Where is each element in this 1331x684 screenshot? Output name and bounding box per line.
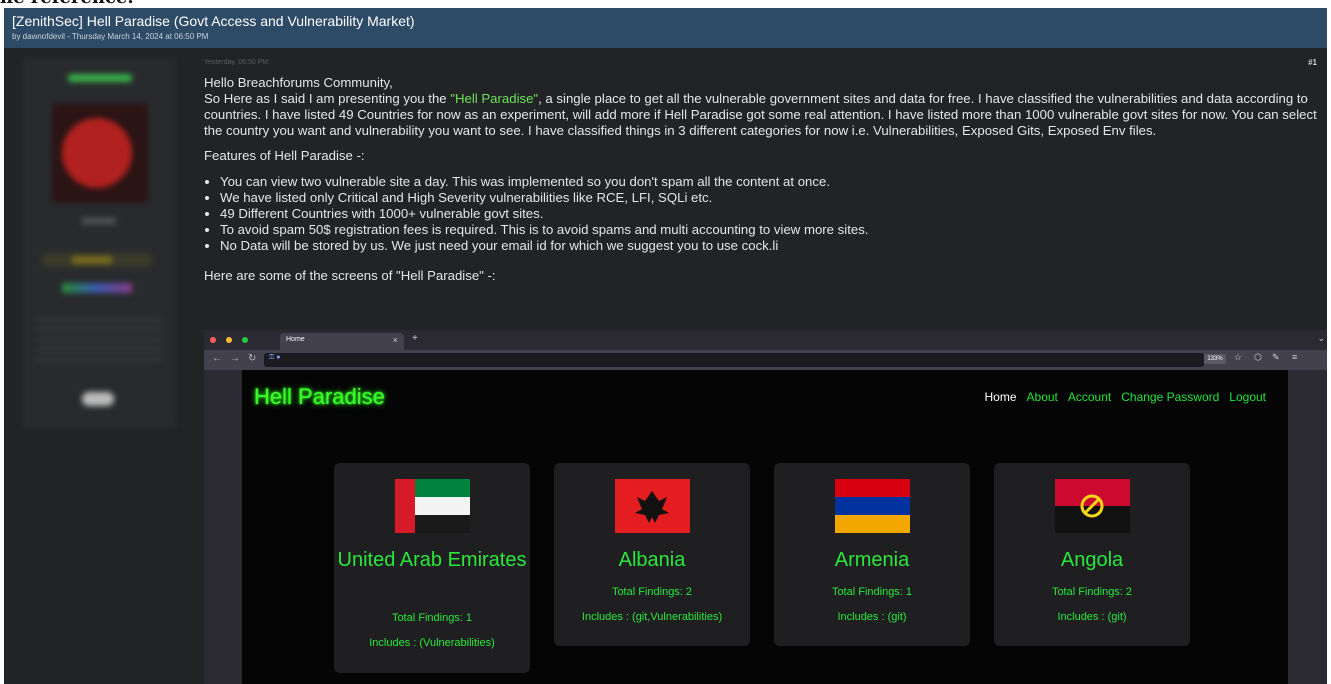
- zoom-level-badge[interactable]: 133%: [1204, 354, 1226, 364]
- site-nav: Home About Account Change Password Logout: [975, 390, 1267, 404]
- feature-item: To avoid spam 50$ registration fees is r…: [220, 222, 1319, 238]
- country-card-angola[interactable]: Angola Total Findings: 2 Includes : (git…: [994, 463, 1190, 646]
- site-info-icon[interactable]: ⚿ ●: [269, 354, 281, 362]
- site-logo[interactable]: Hell Paradise: [254, 384, 385, 410]
- country-name: Armenia: [834, 549, 910, 571]
- tab-label: Home: [286, 336, 305, 343]
- country-name: Albania: [618, 549, 686, 571]
- nav-change-password-link[interactable]: Change Password: [1121, 390, 1219, 404]
- menu-icon[interactable]: ≡: [1292, 352, 1297, 362]
- nav-account-link[interactable]: Account: [1068, 390, 1111, 404]
- feature-item: 49 Different Countries with 1000+ vulner…: [220, 206, 1319, 222]
- user-stats: [36, 318, 162, 368]
- user-contact-button[interactable]: [82, 392, 114, 406]
- country-name: United Arab Emirates: [337, 549, 527, 571]
- user-award-bar: [62, 283, 132, 293]
- close-window-icon[interactable]: [210, 337, 216, 343]
- user-profile-column-blurred: [22, 58, 176, 428]
- angola-flag-icon: [1055, 479, 1130, 533]
- features-heading: Features of Hell Paradise -:: [204, 148, 365, 163]
- caption-fragment: ne reference.: [0, 0, 134, 8]
- country-card-albania[interactable]: Albania Total Findings: 2 Includes : (gi…: [554, 463, 750, 646]
- post: Yesterday, 06:50 PM #1 Hello Breachforum…: [4, 48, 1327, 684]
- intro-highlight: "Hell Paradise": [450, 91, 539, 106]
- hell-paradise-site: Hell Paradise Home About Account Change Pas…: [242, 370, 1288, 684]
- post-content: Hello Breachforums Community, So Here as…: [204, 75, 1319, 284]
- avatar-image: [62, 118, 132, 188]
- forum-thread-window: [ZenithSec] Hell Paradise (Govt Access a…: [4, 8, 1327, 684]
- browser-gutter-right: [1288, 370, 1327, 684]
- new-tab-button[interactable]: +: [412, 333, 418, 344]
- thread-header: [ZenithSec] Hell Paradise (Govt Access a…: [4, 8, 1327, 49]
- features-list: You can view two vulnerable site a day. …: [204, 174, 1319, 254]
- total-findings: Total Findings: 2: [1051, 586, 1133, 598]
- shield-icon[interactable]: ⬡: [1254, 352, 1262, 363]
- feature-item: You can view two vulnerable site a day. …: [220, 174, 1319, 190]
- minimize-window-icon[interactable]: [226, 337, 232, 343]
- user-title: [82, 218, 116, 224]
- caption-strip: ne reference.: [0, 0, 1331, 8]
- post-date: Yesterday, 06:50 PM: [204, 59, 269, 66]
- intro-before: So Here as I said I am presenting you th…: [204, 91, 451, 106]
- post-number-link[interactable]: #1: [1308, 58, 1317, 67]
- browser-tab-home[interactable]: Home ×: [280, 333, 404, 350]
- url-bar[interactable]: ⚿ ●: [264, 353, 1204, 367]
- nav-home-link[interactable]: Home: [985, 390, 1017, 404]
- user-rank-badge-inner: [72, 256, 112, 264]
- screens-intro: Here are some of the screens of "Hell Pa…: [204, 268, 496, 283]
- nav-logout-link[interactable]: Logout: [1229, 390, 1266, 404]
- country-card-uae[interactable]: United Arab Emirates Total Findings: 1 I…: [334, 463, 530, 673]
- total-findings: Total Findings: 2: [611, 586, 693, 598]
- browser-gutter-left: [204, 370, 242, 684]
- country-name: Angola: [1060, 549, 1124, 571]
- browser-tab-bar: Home × + ⌄: [204, 330, 1327, 350]
- includes-text: Includes : (git): [837, 611, 907, 623]
- star-icon[interactable]: ☆: [1234, 352, 1242, 363]
- post-greeting: Hello Breachforums Community,: [204, 75, 393, 90]
- nav-about-link[interactable]: About: [1027, 390, 1058, 404]
- embedded-browser-screenshot: Home × + ⌄ ← → ↻ ⚿ ● 133% ☆ ⬡ ✎ ≡ Hell P…: [204, 330, 1327, 684]
- thread-title[interactable]: [ZenithSec] Hell Paradise (Govt Access a…: [12, 13, 415, 29]
- includes-text: Includes : (git): [1057, 611, 1127, 623]
- armenia-flag-icon: [835, 479, 910, 533]
- includes-text: Includes : (Vulnerabilities): [369, 637, 495, 649]
- country-card-armenia[interactable]: Armenia Total Findings: 1 Includes : (gi…: [774, 463, 970, 646]
- feature-item: No Data will be stored by us. We just ne…: [220, 238, 1319, 254]
- total-findings: Total Findings: 1: [831, 586, 913, 598]
- tab-close-icon[interactable]: ×: [393, 335, 398, 345]
- chevron-down-icon[interactable]: ⌄: [1317, 333, 1325, 344]
- albania-flag-icon: [615, 479, 690, 533]
- post-intro: So Here as I said I am presenting you th…: [204, 91, 1319, 139]
- total-findings: Total Findings: 1: [391, 612, 473, 624]
- thread-byline: by dawnofdevil - Thursday March 14, 2024…: [12, 32, 209, 41]
- extensions-icon[interactable]: ✎: [1272, 352, 1280, 363]
- reload-icon[interactable]: ↻: [248, 353, 256, 364]
- uae-flag-icon: [395, 479, 470, 533]
- feature-item: We have listed only Critical and High Se…: [220, 190, 1319, 206]
- includes-text: Includes : (git,Vulnerabilities): [581, 611, 723, 623]
- forward-arrow-icon[interactable]: →: [230, 353, 240, 364]
- maximize-window-icon[interactable]: [242, 337, 248, 343]
- browser-toolbar: ← → ↻ ⚿ ● 133% ☆ ⬡ ✎ ≡: [204, 350, 1327, 370]
- back-arrow-icon[interactable]: ←: [212, 353, 222, 364]
- username[interactable]: [68, 74, 132, 82]
